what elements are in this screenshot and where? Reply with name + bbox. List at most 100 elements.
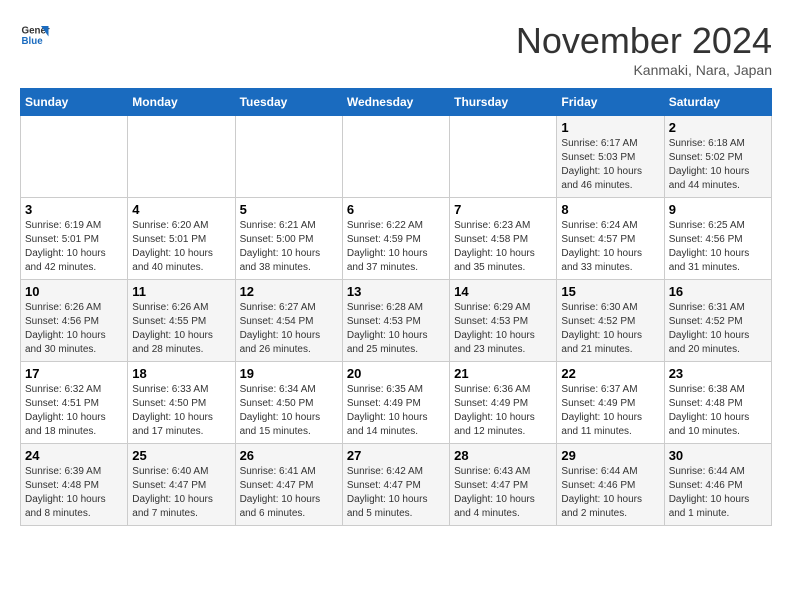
day-number: 4 [132, 202, 230, 217]
calendar-cell: 3Sunrise: 6:19 AM Sunset: 5:01 PM Daylig… [21, 198, 128, 280]
day-info: Sunrise: 6:20 AM Sunset: 5:01 PM Dayligh… [132, 219, 230, 275]
calendar-cell [21, 116, 128, 198]
day-info: Sunrise: 6:19 AM Sunset: 5:01 PM Dayligh… [25, 219, 123, 275]
calendar-cell: 22 Sunrise: 6:37 AM Sunset: 4:49 PM Dayli… [557, 362, 664, 444]
logo: General Blue [20, 20, 50, 50]
day-number: 14 [454, 284, 552, 299]
day-number: 9 [669, 202, 767, 217]
day-number: 13 [347, 284, 445, 299]
calendar-week-2: 3Sunrise: 6:19 AM Sunset: 5:01 PM Daylig… [21, 198, 772, 280]
calendar-week-4: 17 Sunrise: 6:32 AM Sunset: 4:51 PM Dayli… [21, 362, 772, 444]
calendar-cell: 24 Sunrise: 6:39 AM Sunset: 4:48 PM Dayli… [21, 444, 128, 526]
calendar-cell [235, 116, 342, 198]
day-number: 28 [454, 448, 552, 463]
calendar-cell [342, 116, 449, 198]
day-info: Sunrise: 6:36 AM Sunset: 4:49 PM Dayligh… [454, 383, 552, 439]
day-number: 22 [561, 366, 659, 381]
day-info: Sunrise: 6:27 AM Sunset: 4:54 PM Dayligh… [240, 301, 338, 357]
calendar-cell [450, 116, 557, 198]
header-cell-monday: Monday [128, 89, 235, 116]
calendar-cell: 12 Sunrise: 6:27 AM Sunset: 4:54 PM Dayli… [235, 280, 342, 362]
calendar-cell [128, 116, 235, 198]
calendar-cell: 26Sunrise: 6:41 AM Sunset: 4:47 PM Dayli… [235, 444, 342, 526]
day-info: Sunrise: 6:39 AM Sunset: 4:48 PM Dayligh… [25, 465, 123, 521]
day-number: 15 [561, 284, 659, 299]
day-number: 18 [132, 366, 230, 381]
month-title: November 2024 [516, 20, 772, 62]
header-cell-friday: Friday [557, 89, 664, 116]
calendar-body: 1Sunrise: 6:17 AM Sunset: 5:03 PM Daylig… [21, 116, 772, 526]
day-number: 8 [561, 202, 659, 217]
day-info: Sunrise: 6:22 AM Sunset: 4:59 PM Dayligh… [347, 219, 445, 275]
day-info: Sunrise: 6:32 AM Sunset: 4:51 PM Dayligh… [25, 383, 123, 439]
calendar-cell: 9 Sunrise: 6:25 AM Sunset: 4:56 PM Daylig… [664, 198, 771, 280]
day-info: Sunrise: 6:44 AM Sunset: 4:46 PM Dayligh… [669, 465, 767, 521]
header-cell-sunday: Sunday [21, 89, 128, 116]
day-info: Sunrise: 6:34 AM Sunset: 4:50 PM Dayligh… [240, 383, 338, 439]
day-info: Sunrise: 6:18 AM Sunset: 5:02 PM Dayligh… [669, 137, 767, 193]
title-block: November 2024 Kanmaki, Nara, Japan [516, 20, 772, 78]
calendar-cell: 20 Sunrise: 6:35 AM Sunset: 4:49 PM Dayli… [342, 362, 449, 444]
calendar-cell: 28Sunrise: 6:43 AM Sunset: 4:47 PM Dayli… [450, 444, 557, 526]
header-cell-tuesday: Tuesday [235, 89, 342, 116]
day-info: Sunrise: 6:26 AM Sunset: 4:55 PM Dayligh… [132, 301, 230, 357]
day-info: Sunrise: 6:35 AM Sunset: 4:49 PM Dayligh… [347, 383, 445, 439]
header-cell-wednesday: Wednesday [342, 89, 449, 116]
day-number: 24 [25, 448, 123, 463]
calendar-cell: 17 Sunrise: 6:32 AM Sunset: 4:51 PM Dayli… [21, 362, 128, 444]
calendar-cell: 5 Sunrise: 6:21 AM Sunset: 5:00 PM Daylig… [235, 198, 342, 280]
day-number: 21 [454, 366, 552, 381]
calendar-cell: 27 Sunrise: 6:42 AM Sunset: 4:47 PM Dayli… [342, 444, 449, 526]
calendar-table: SundayMondayTuesdayWednesdayThursdayFrid… [20, 88, 772, 526]
day-number: 27 [347, 448, 445, 463]
day-info: Sunrise: 6:40 AM Sunset: 4:47 PM Dayligh… [132, 465, 230, 521]
page-header: General Blue November 2024 Kanmaki, Nara… [20, 20, 772, 78]
day-number: 25 [132, 448, 230, 463]
day-info: Sunrise: 6:28 AM Sunset: 4:53 PM Dayligh… [347, 301, 445, 357]
day-number: 29 [561, 448, 659, 463]
day-number: 11 [132, 284, 230, 299]
day-info: Sunrise: 6:44 AM Sunset: 4:46 PM Dayligh… [561, 465, 659, 521]
calendar-cell: 15 Sunrise: 6:30 AM Sunset: 4:52 PM Dayli… [557, 280, 664, 362]
day-info: Sunrise: 6:25 AM Sunset: 4:56 PM Dayligh… [669, 219, 767, 275]
calendar-cell: 1Sunrise: 6:17 AM Sunset: 5:03 PM Daylig… [557, 116, 664, 198]
day-number: 12 [240, 284, 338, 299]
day-number: 10 [25, 284, 123, 299]
day-number: 20 [347, 366, 445, 381]
day-info: Sunrise: 6:37 AM Sunset: 4:49 PM Dayligh… [561, 383, 659, 439]
day-number: 19 [240, 366, 338, 381]
day-info: Sunrise: 6:33 AM Sunset: 4:50 PM Dayligh… [132, 383, 230, 439]
calendar-header-row: SundayMondayTuesdayWednesdayThursdayFrid… [21, 89, 772, 116]
calendar-cell: 6Sunrise: 6:22 AM Sunset: 4:59 PM Daylig… [342, 198, 449, 280]
calendar-cell: 29 Sunrise: 6:44 AM Sunset: 4:46 PM Dayli… [557, 444, 664, 526]
day-number: 16 [669, 284, 767, 299]
calendar-cell: 30 Sunrise: 6:44 AM Sunset: 4:46 PM Dayli… [664, 444, 771, 526]
calendar-cell: 16Sunrise: 6:31 AM Sunset: 4:52 PM Dayli… [664, 280, 771, 362]
day-info: Sunrise: 6:17 AM Sunset: 5:03 PM Dayligh… [561, 137, 659, 193]
day-number: 7 [454, 202, 552, 217]
calendar-cell: 13 Sunrise: 6:28 AM Sunset: 4:53 PM Dayli… [342, 280, 449, 362]
day-number: 5 [240, 202, 338, 217]
calendar-cell: 25 Sunrise: 6:40 AM Sunset: 4:47 PM Dayli… [128, 444, 235, 526]
header-cell-thursday: Thursday [450, 89, 557, 116]
header-cell-saturday: Saturday [664, 89, 771, 116]
day-info: Sunrise: 6:30 AM Sunset: 4:52 PM Dayligh… [561, 301, 659, 357]
day-info: Sunrise: 6:26 AM Sunset: 4:56 PM Dayligh… [25, 301, 123, 357]
calendar-cell: 4 Sunrise: 6:20 AM Sunset: 5:01 PM Daylig… [128, 198, 235, 280]
day-number: 30 [669, 448, 767, 463]
day-info: Sunrise: 6:23 AM Sunset: 4:58 PM Dayligh… [454, 219, 552, 275]
day-info: Sunrise: 6:42 AM Sunset: 4:47 PM Dayligh… [347, 465, 445, 521]
logo-icon: General Blue [20, 20, 50, 50]
calendar-cell: 11 Sunrise: 6:26 AM Sunset: 4:55 PM Dayli… [128, 280, 235, 362]
location: Kanmaki, Nara, Japan [516, 62, 772, 78]
calendar-cell: 2 Sunrise: 6:18 AM Sunset: 5:02 PM Daylig… [664, 116, 771, 198]
day-info: Sunrise: 6:21 AM Sunset: 5:00 PM Dayligh… [240, 219, 338, 275]
day-info: Sunrise: 6:38 AM Sunset: 4:48 PM Dayligh… [669, 383, 767, 439]
calendar-cell: 21 Sunrise: 6:36 AM Sunset: 4:49 PM Dayli… [450, 362, 557, 444]
calendar-cell: 10 Sunrise: 6:26 AM Sunset: 4:56 PM Dayli… [21, 280, 128, 362]
calendar-cell: 23Sunrise: 6:38 AM Sunset: 4:48 PM Dayli… [664, 362, 771, 444]
day-info: Sunrise: 6:24 AM Sunset: 4:57 PM Dayligh… [561, 219, 659, 275]
day-number: 2 [669, 120, 767, 135]
day-number: 17 [25, 366, 123, 381]
calendar-week-1: 1Sunrise: 6:17 AM Sunset: 5:03 PM Daylig… [21, 116, 772, 198]
